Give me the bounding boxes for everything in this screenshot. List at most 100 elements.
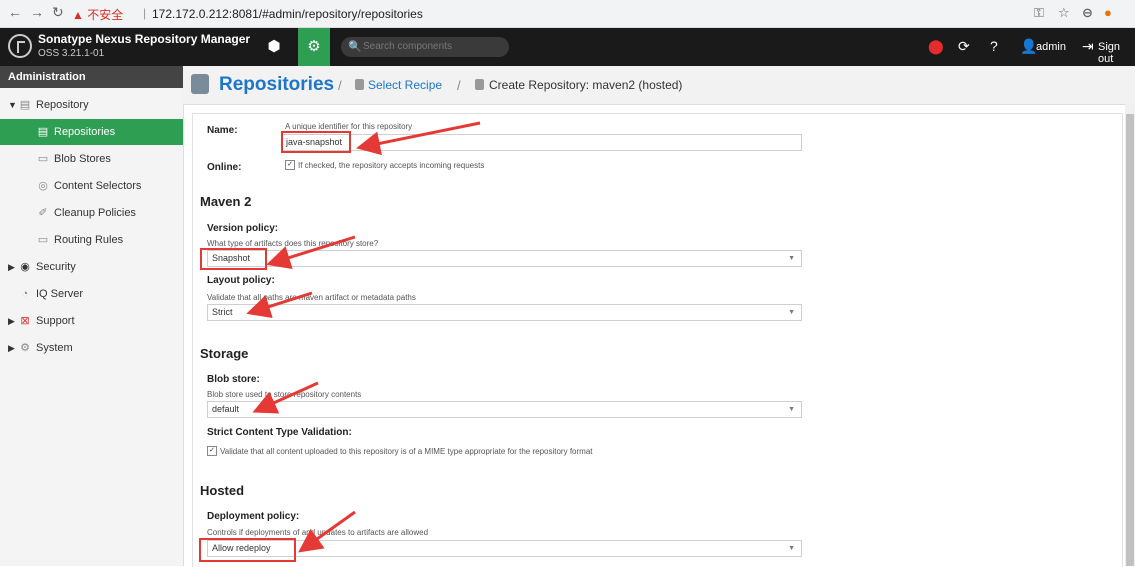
- sign-out-button[interactable]: Sign out: [1098, 41, 1135, 65]
- current-page-label: Create Repository: maven2 (hosted): [489, 78, 683, 92]
- route-icon: ▭: [37, 234, 49, 246]
- database-icon: [355, 79, 364, 90]
- help-icon[interactable]: ?: [990, 38, 998, 54]
- sidebar-item-iq-server[interactable]: ◔ IQ Server: [0, 281, 201, 307]
- sidebar-item-blob-stores[interactable]: ▭ Blob Stores: [0, 146, 183, 172]
- layout-policy-help: Validate that all paths are maven artifa…: [207, 293, 416, 302]
- sidebar-item-repository[interactable]: ▼ ▤ Repository: [0, 92, 191, 118]
- breadcrumb-separator: /: [457, 78, 461, 93]
- sidebar-item-label: Support: [36, 315, 75, 327]
- browse-cube-icon[interactable]: ⬢: [258, 28, 290, 66]
- version-policy-value: Snapshot: [212, 253, 251, 263]
- sidebar-item-label: IQ Server: [36, 288, 84, 300]
- database-icon: ▤: [37, 126, 49, 138]
- scrollbar[interactable]: [1125, 104, 1135, 566]
- breadcrumb-separator: /: [338, 78, 342, 93]
- url-divider: |: [143, 6, 147, 20]
- app-title: Sonatype Nexus Repository Manager: [38, 32, 251, 46]
- sidebar-item-routing-rules[interactable]: ▭ Routing Rules: [0, 227, 183, 253]
- back-icon[interactable]: ←: [8, 4, 22, 20]
- version-policy-select[interactable]: Snapshot ▼: [207, 250, 802, 267]
- dropdown-arrow-icon: ▼: [788, 406, 795, 413]
- deployment-policy-value: Allow redeploy: [212, 543, 271, 553]
- dropdown-arrow-icon: ▼: [788, 309, 795, 316]
- database-icon: [475, 79, 484, 90]
- strict-validation-help: Validate that all content uploaded to th…: [220, 447, 593, 456]
- admin-gear-icon[interactable]: ⚙: [298, 28, 330, 66]
- forward-icon[interactable]: →: [30, 4, 44, 20]
- sidebar-item-repositories[interactable]: ▤ Repositories: [0, 119, 183, 145]
- layout-policy-label: Layout policy:: [207, 275, 275, 286]
- create-repository-form: [192, 113, 1123, 567]
- version-policy-help: What type of artifacts does this reposit…: [207, 239, 379, 248]
- refresh-icon[interactable]: ⟳: [958, 38, 970, 55]
- name-input[interactable]: java-snapshot: [281, 134, 802, 151]
- name-label: Name:: [207, 125, 238, 136]
- sidebar-item-support[interactable]: ▶ ⊠ Support: [0, 308, 191, 334]
- hosted-section-title: Hosted: [200, 483, 245, 498]
- caret-down-icon: ▼: [8, 100, 17, 110]
- strict-validation-checkbox[interactable]: ✓: [207, 446, 217, 456]
- blob-store-value: default: [212, 404, 240, 414]
- sign-out-icon[interactable]: ⇥: [1082, 38, 1094, 55]
- sidebar-item-content-selectors[interactable]: ◎ Content Selectors: [0, 173, 183, 199]
- blob-store-help: Blob store used to store repository cont…: [207, 390, 362, 399]
- blob-store-select[interactable]: default ▼: [207, 401, 802, 418]
- user-name[interactable]: admin: [1036, 41, 1066, 53]
- app-header: Sonatype Nexus Repository Manager OSS 3.…: [0, 28, 1135, 66]
- sidebar-item-security[interactable]: ▶ ◉ Security: [0, 254, 191, 280]
- online-label: Online:: [207, 162, 242, 173]
- app-version: OSS 3.21.1-01: [38, 48, 105, 59]
- name-help: A unique identifier for this repository: [285, 122, 413, 131]
- star-icon[interactable]: ☆: [1058, 5, 1070, 21]
- sidebar-item-label: Routing Rules: [54, 234, 124, 246]
- strict-validation-label: Strict Content Type Validation:: [207, 427, 352, 438]
- online-checkbox[interactable]: ✓: [285, 160, 295, 170]
- search-placeholder: Search components: [363, 41, 452, 52]
- sidebar-item-label: Blob Stores: [54, 153, 111, 165]
- page-title[interactable]: Repositories: [219, 74, 334, 96]
- database-icon: [191, 74, 209, 94]
- search-icon: 🔍: [348, 41, 362, 53]
- sidebar-heading: Administration: [0, 66, 183, 88]
- reload-icon[interactable]: ↻: [52, 4, 64, 21]
- maven-section-title: Maven 2: [200, 194, 252, 209]
- layout-policy-select[interactable]: Strict ▼: [207, 304, 802, 321]
- profile-icon[interactable]: ⊖: [1082, 5, 1093, 21]
- breadcrumb: Repositories / Select Recipe / Create Re…: [183, 66, 1135, 105]
- select-recipe-link[interactable]: Select Recipe: [368, 78, 442, 92]
- sidebar-item-cleanup-policies[interactable]: ✐ Cleanup Policies: [0, 200, 183, 226]
- caret-right-icon: ▶: [8, 343, 15, 353]
- address-bar[interactable]: 172.172.0.212:8081/#admin/repository/rep…: [152, 7, 423, 21]
- scrollbar-thumb[interactable]: [1126, 114, 1134, 566]
- storage-section-title: Storage: [200, 346, 249, 361]
- dropdown-arrow-icon: ▼: [788, 255, 795, 262]
- user-icon[interactable]: 👤: [1020, 38, 1037, 55]
- security-warning[interactable]: ▲ 不安全: [72, 6, 123, 23]
- sidebar-item-label: Security: [36, 261, 76, 273]
- layers-icon: ◎: [38, 180, 48, 192]
- sidebar-item-label: Cleanup Policies: [54, 207, 136, 219]
- support-icon: ⊠: [20, 315, 30, 327]
- deployment-policy-label: Deployment policy:: [207, 511, 300, 522]
- browser-toolbar: ← → ↻ ▲ 不安全 | 172.172.0.212:8081/#admin/…: [0, 0, 1135, 28]
- version-policy-label: Version policy:: [207, 223, 279, 234]
- sidebar-item-system[interactable]: ▶ ⚙ System: [0, 335, 191, 361]
- sidebar-item-label: Content Selectors: [54, 180, 142, 192]
- blob-store-label: Blob store:: [207, 374, 260, 385]
- security-warning-label: 不安全: [87, 8, 124, 22]
- alert-icon[interactable]: ⬤: [928, 38, 944, 55]
- deployment-policy-help: Controls if deployments of and updates t…: [207, 528, 429, 537]
- deployment-policy-select[interactable]: Allow redeploy ▼: [207, 540, 802, 557]
- extension-icon[interactable]: ●: [1104, 5, 1112, 20]
- key-icon[interactable]: ⚿: [1034, 5, 1044, 21]
- server-icon: ▭: [37, 153, 49, 165]
- nexus-logo-icon: [8, 34, 32, 58]
- search-input[interactable]: 🔍 Search components: [341, 37, 509, 57]
- eye-icon: ◉: [20, 261, 30, 273]
- dropdown-arrow-icon: ▼: [788, 545, 795, 552]
- gear-icon: ⚙: [20, 342, 30, 354]
- online-help: If checked, the repository accepts incom…: [298, 161, 485, 170]
- caret-right-icon: ▶: [8, 316, 15, 326]
- caret-right-icon: ▶: [8, 262, 15, 272]
